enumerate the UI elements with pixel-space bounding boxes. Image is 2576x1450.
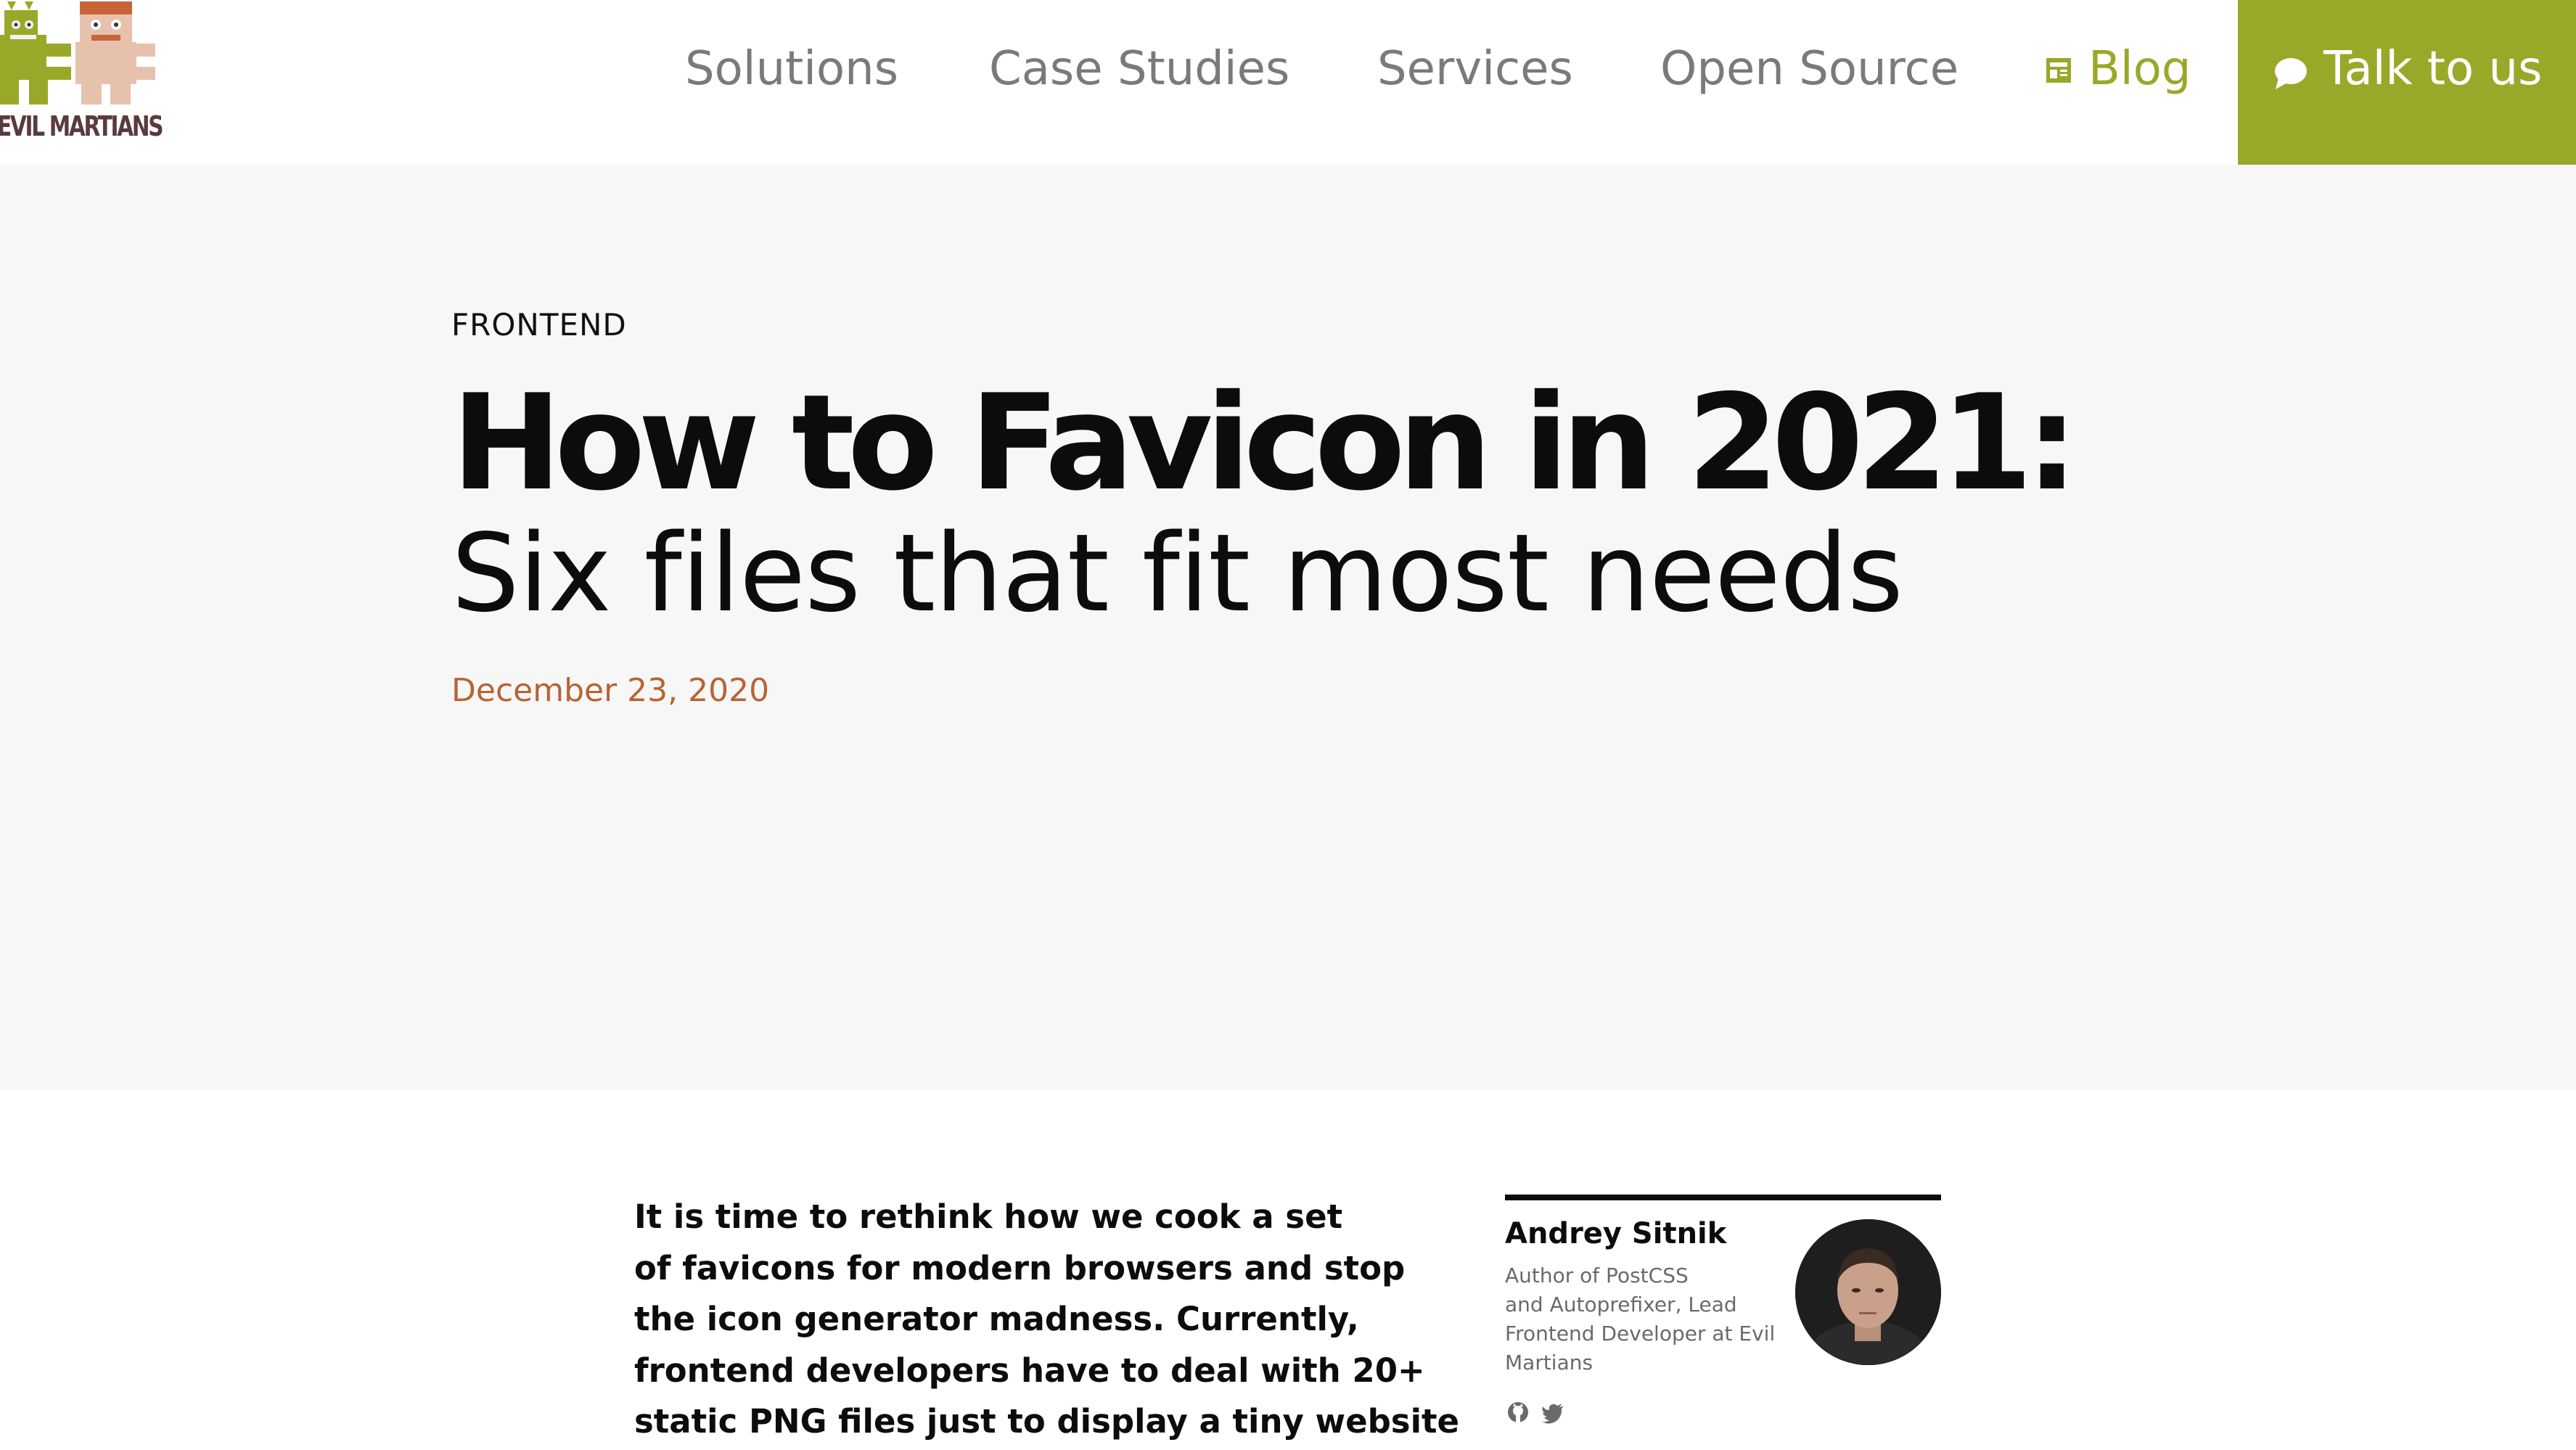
- author-divider: [1505, 1195, 1941, 1200]
- github-icon[interactable]: [1506, 1401, 1530, 1424]
- author-bio-line: Author of PostCSS: [1505, 1263, 1689, 1287]
- talk-to-us-label: Talk to us: [2323, 42, 2543, 96]
- article-lead: It is time to rethink how we cook a set …: [634, 1192, 1460, 1448]
- author-bio-line: Martians: [1505, 1351, 1593, 1375]
- lead-line: static PNG files just to display a tiny …: [634, 1402, 1460, 1441]
- nav-services[interactable]: Services: [1377, 35, 1573, 103]
- nav-case-studies[interactable]: Case Studies: [989, 35, 1289, 103]
- lead-line: the icon generator madness. Currently,: [634, 1300, 1359, 1338]
- nav-blog[interactable]: Blog: [2088, 35, 2191, 103]
- article-subtitle: Six files that fit most needs: [451, 511, 1903, 636]
- article-date: December 23, 2020: [451, 672, 770, 709]
- speech-bubble-icon: [2273, 56, 2309, 92]
- author-bio: Author of PostCSS and Autoprefixer, Lead…: [1505, 1261, 1795, 1377]
- talk-to-us-button[interactable]: Talk to us: [2238, 0, 2576, 165]
- logo-wordmark: EVIL MARTIANS: [0, 110, 164, 142]
- twitter-icon[interactable]: [1541, 1401, 1564, 1424]
- martians-logo-icon: [0, 1, 155, 105]
- author-name[interactable]: Andrey Sitnik: [1505, 1213, 1726, 1254]
- article-category[interactable]: FRONTEND: [451, 303, 627, 347]
- lead-line: frontend developers have to deal with 20…: [634, 1351, 1425, 1390]
- site-logo[interactable]: EVIL MARTIANS: [0, 0, 164, 165]
- author-bio-line: and Autoprefixer, Lead: [1505, 1293, 1737, 1316]
- nav-open-source[interactable]: Open Source: [1660, 35, 1958, 103]
- author-avatar[interactable]: [1795, 1219, 1941, 1365]
- lead-line: It is time to rethink how we cook a set: [634, 1197, 1343, 1236]
- lead-line: of favicons for modern browsers and stop: [634, 1248, 1406, 1287]
- author-bio-line: Frontend Developer at Evil: [1505, 1322, 1776, 1345]
- newspaper-icon: [2046, 57, 2072, 83]
- nav-solutions[interactable]: Solutions: [685, 35, 898, 103]
- site-header: EVIL MARTIANS Solutions Case Studies Ser…: [0, 0, 2576, 165]
- article-title: How to Favicon in 2021:: [451, 366, 2078, 520]
